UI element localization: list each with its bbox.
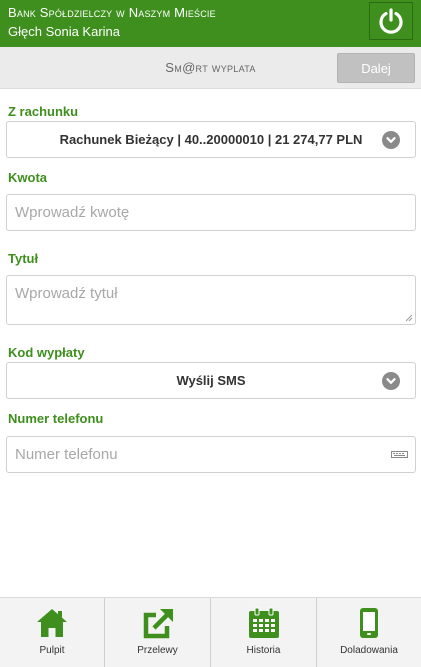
bottom-navigation: Pulpit Przelewy Historia Doladowania (0, 597, 421, 667)
account-label: Z rachunku (8, 104, 79, 119)
phone-input[interactable] (6, 436, 416, 473)
nav-item-przelewy[interactable]: Przelewy (105, 598, 211, 667)
title-label: Tytuł (8, 251, 39, 266)
payout-code-value: Wyślij SMS (176, 373, 246, 388)
nav-item-historia[interactable]: Historia (211, 598, 317, 667)
nav-label: Historia (246, 645, 281, 656)
nav-label: Przelewy (137, 645, 178, 656)
title-textarea[interactable] (6, 275, 416, 325)
account-select[interactable]: Rachunek Bieżący | 40..20000010 | 21 274… (6, 121, 416, 158)
account-select-value: Rachunek Bieżący | 40..20000010 | 21 274… (59, 132, 363, 147)
payout-code-select[interactable]: Wyślij SMS (6, 362, 416, 399)
phone-icon (360, 608, 378, 638)
transfer-icon (143, 609, 173, 639)
nav-label: Pulpit (39, 645, 65, 656)
nav-label: Doladowania (340, 645, 398, 656)
resize-grip-icon[interactable] (405, 314, 413, 322)
phone-label: Numer telefonu (8, 411, 104, 426)
amount-label: Kwota (8, 170, 47, 185)
amount-input[interactable] (6, 194, 416, 231)
chevron-down-icon (382, 131, 400, 149)
home-icon (37, 609, 67, 637)
title-bar: Sm@rt wyplata Dalej (0, 47, 421, 89)
payout-code-label: Kod wypłaty (8, 345, 85, 360)
app-root: Bank Spółdzielczy w Naszym Mieście Głęch… (0, 0, 421, 667)
nav-item-doladowania[interactable]: Doladowania (317, 598, 421, 667)
power-icon (379, 8, 403, 34)
calendar-icon (248, 607, 279, 638)
logout-button[interactable] (369, 2, 413, 40)
user-name: Głęch Sonia Karina (8, 24, 121, 39)
top-bar: Bank Spółdzielczy w Naszym Mieście Głęch… (0, 0, 421, 47)
keyboard-icon[interactable] (391, 451, 408, 458)
bank-name: Bank Spółdzielczy w Naszym Mieście (8, 5, 216, 20)
chevron-down-icon (382, 372, 400, 390)
next-button[interactable]: Dalej (337, 53, 415, 83)
nav-item-pulpit[interactable]: Pulpit (0, 598, 105, 667)
